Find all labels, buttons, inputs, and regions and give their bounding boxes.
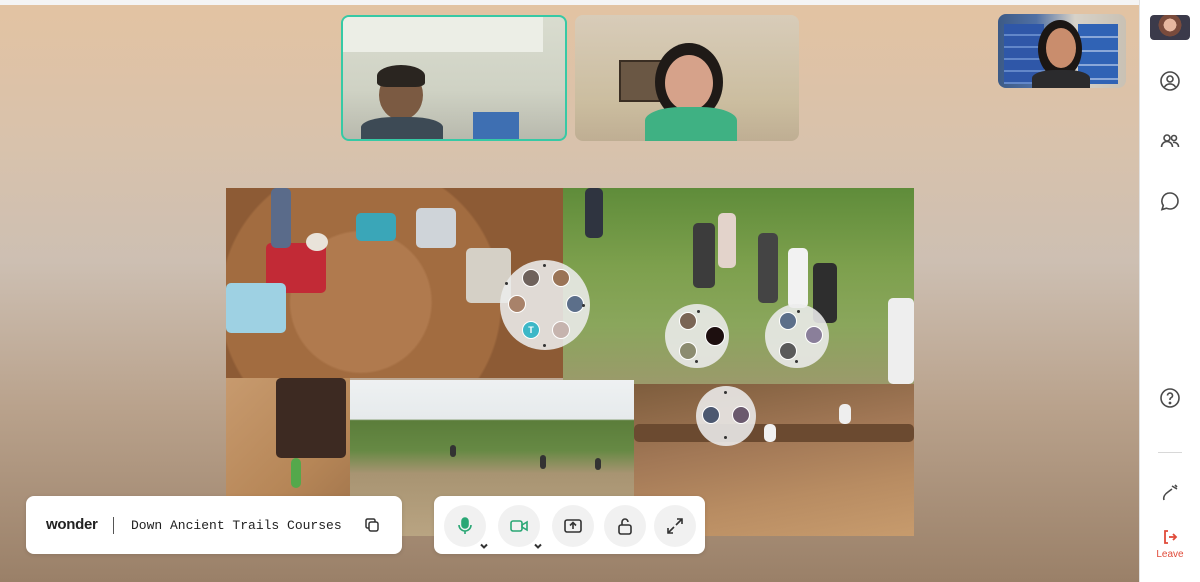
- video-tile-self[interactable]: [998, 14, 1126, 88]
- video-tile-participant-2[interactable]: [575, 15, 799, 141]
- leave-label: Leave: [1156, 549, 1184, 560]
- participant-avatar: [779, 312, 797, 330]
- participant-avatar: [732, 406, 750, 424]
- participant-avatar: [705, 326, 725, 346]
- participant-avatar: [805, 326, 823, 344]
- user-avatar[interactable]: [1150, 15, 1190, 40]
- fullscreen-icon: [667, 518, 683, 534]
- screen-share-button[interactable]: [552, 505, 594, 547]
- huddle-bubble-3[interactable]: [765, 304, 829, 368]
- reactions-button[interactable]: [1155, 478, 1185, 508]
- participant-avatar: [522, 269, 540, 287]
- wonder-logo: wonder: [46, 516, 98, 533]
- huddle-bubble-2[interactable]: [665, 304, 729, 368]
- participant-body: [645, 107, 737, 141]
- microphone-icon: [458, 517, 472, 534]
- profile-button[interactable]: [1155, 66, 1185, 96]
- chevron-down-icon[interactable]: [534, 537, 542, 549]
- user-circle-icon: [1160, 71, 1180, 91]
- participant-avatar: [679, 342, 697, 360]
- participant-avatar: [552, 321, 570, 339]
- pen-icon: [1162, 484, 1178, 501]
- participant-avatar: [779, 342, 797, 360]
- room-info-bar: wonder Down Ancient Trails Courses: [26, 496, 402, 554]
- participant-avatar: [679, 312, 697, 330]
- lock-icon: [618, 518, 632, 535]
- media-controls-bar: [434, 496, 705, 554]
- lock-room-button[interactable]: [604, 505, 646, 547]
- right-sidebar: Leave: [1139, 0, 1200, 582]
- participant-avatar: [702, 406, 720, 424]
- camera-icon: [510, 520, 528, 532]
- participant-avatar: [508, 295, 526, 313]
- camera-button[interactable]: [498, 505, 542, 549]
- leave-button[interactable]: Leave: [1146, 528, 1194, 560]
- field-walk-photo: [563, 188, 914, 384]
- chat-button[interactable]: [1155, 186, 1185, 216]
- chat-bubble-icon: [1160, 192, 1179, 211]
- participant-avatar: [552, 269, 570, 287]
- microphone-button[interactable]: [444, 505, 488, 549]
- participant-avatar-initial: T: [522, 321, 540, 339]
- users-icon: [1160, 134, 1180, 148]
- participant-cap: [377, 65, 425, 87]
- box: [473, 112, 519, 139]
- divider: [113, 517, 114, 534]
- participants-button[interactable]: [1155, 126, 1185, 156]
- room-name: Down Ancient Trails Courses: [131, 518, 342, 533]
- huddle-bubble-1[interactable]: T: [500, 260, 590, 350]
- sidebar-divider: [1158, 452, 1182, 453]
- video-tile-participant-1[interactable]: [341, 15, 567, 141]
- participant-body: [1032, 70, 1090, 88]
- help-icon: [1160, 388, 1180, 408]
- help-button[interactable]: [1155, 383, 1185, 413]
- huddle-bubble-4[interactable]: [696, 386, 756, 446]
- participant-face: [665, 55, 713, 111]
- copy-link-button[interactable]: [360, 513, 384, 537]
- chevron-down-icon[interactable]: [480, 537, 488, 549]
- participant-face: [1046, 28, 1076, 68]
- screen-share-icon: [564, 519, 582, 533]
- leave-icon: [1164, 530, 1178, 544]
- wall: [343, 17, 543, 52]
- fullscreen-button[interactable]: [654, 505, 696, 547]
- top-edge: [0, 0, 1140, 5]
- participant-body: [361, 117, 443, 139]
- copy-icon: [365, 518, 379, 532]
